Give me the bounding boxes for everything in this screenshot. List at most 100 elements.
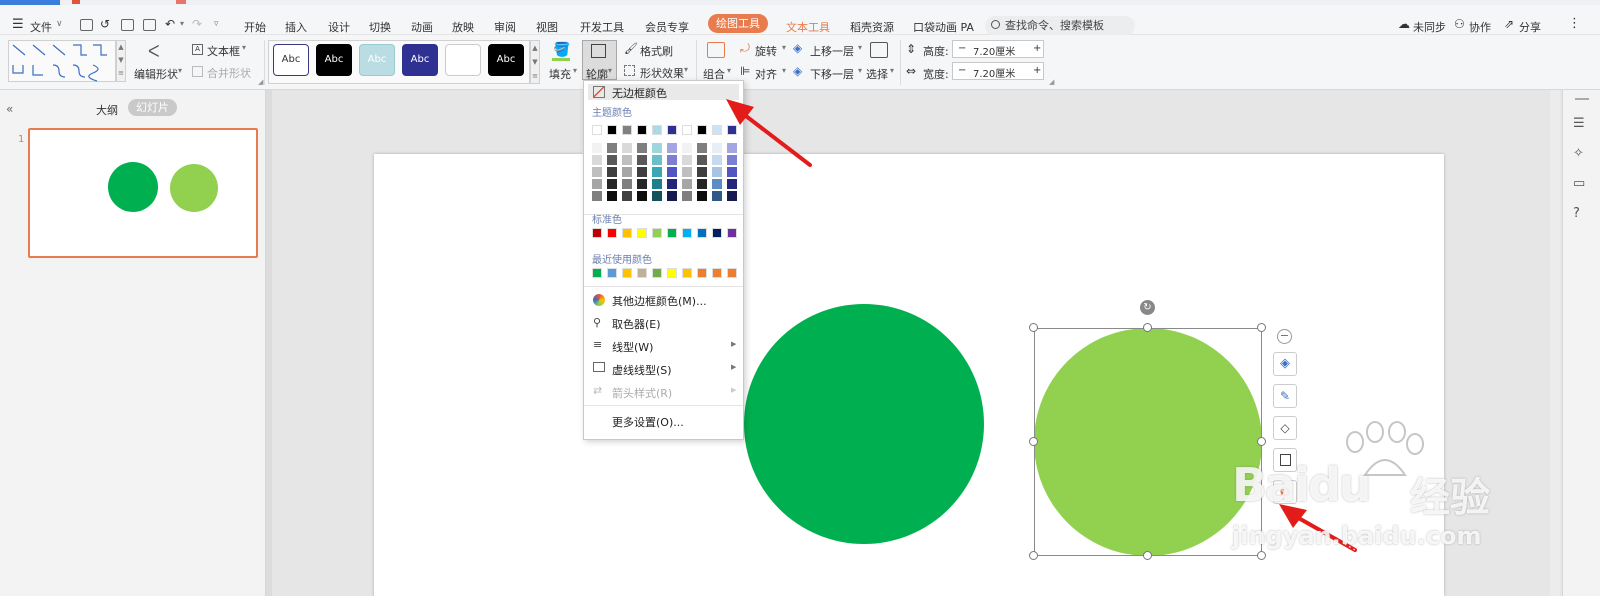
theme-shade-swatch[interactable]	[607, 155, 617, 165]
recent-color-swatch[interactable]	[607, 268, 617, 278]
share-button[interactable]: 分享	[1519, 19, 1541, 35]
standard-color-swatch[interactable]	[637, 228, 647, 238]
gallery-scroll[interactable]: ▲ ▼ ≡	[116, 40, 126, 82]
tab-developer[interactable]: 开发工具	[580, 19, 624, 35]
theme-shade-swatch[interactable]	[622, 155, 632, 165]
recent-color-swatch[interactable]	[637, 268, 647, 278]
rotate-button[interactable]: 旋转	[755, 43, 777, 59]
tab-animation[interactable]: 动画	[411, 19, 433, 35]
standard-color-swatch[interactable]	[622, 228, 632, 238]
recent-color-swatch[interactable]	[727, 268, 737, 278]
theme-shade-swatch[interactable]	[607, 143, 617, 153]
customize-chevron-icon[interactable]: ▿	[214, 19, 219, 29]
theme-shade-swatch[interactable]	[667, 155, 677, 165]
dash-type-item[interactable]: 虚线线型(S)	[612, 362, 672, 378]
fill-bucket-float-icon[interactable]: ◇	[1273, 416, 1297, 440]
sync-status[interactable]: 未同步	[1413, 19, 1446, 35]
theme-shade-swatch[interactable]	[622, 191, 632, 201]
layers-icon[interactable]: ◈	[1273, 352, 1297, 376]
theme-shade-swatch[interactable]	[667, 167, 677, 177]
search-input[interactable]: 查找命令、搜索模板	[985, 16, 1135, 36]
resize-handle-w[interactable]	[1029, 437, 1038, 446]
merge-shape-button[interactable]: 合并形状	[207, 65, 251, 81]
theme-shade-swatch[interactable]	[697, 191, 707, 201]
theme-shade-swatch[interactable]	[637, 179, 647, 189]
theme-shade-swatch[interactable]	[592, 191, 602, 201]
theme-shade-swatch[interactable]	[682, 167, 692, 177]
resize-handle-e[interactable]	[1257, 437, 1266, 446]
resize-handle-ne[interactable]	[1257, 323, 1266, 332]
tab-insert[interactable]: 插入	[285, 19, 307, 35]
theme-shade-swatch[interactable]	[637, 155, 647, 165]
tab-view[interactable]: 视图	[536, 19, 558, 35]
height-input[interactable]: − 7.20厘米 +	[952, 40, 1044, 58]
textbox-chevron-icon[interactable]: ▾	[242, 43, 246, 52]
resize-handle-nw[interactable]	[1029, 323, 1038, 332]
recent-color-swatch[interactable]	[622, 268, 632, 278]
panel-splitter[interactable]	[266, 90, 272, 596]
tab-drawing-tools[interactable]: 绘图工具	[708, 14, 768, 33]
tab-text-tools[interactable]: 文本工具	[786, 19, 830, 35]
dialog-launcher-icon[interactable]: ◢	[258, 78, 263, 86]
theme-shade-swatch[interactable]	[652, 191, 662, 201]
recent-color-swatch[interactable]	[652, 268, 662, 278]
no-border-color[interactable]: 无边框颜色	[612, 85, 667, 101]
theme-shade-swatch[interactable]	[592, 167, 602, 177]
style-black-2[interactable]: Abc	[488, 44, 524, 76]
theme-color-swatch[interactable]	[667, 125, 677, 135]
standard-color-swatch[interactable]	[682, 228, 692, 238]
slide-thumbnail[interactable]	[28, 128, 258, 258]
theme-shade-swatch[interactable]	[607, 179, 617, 189]
more-border-colors[interactable]: 其他边框颜色(M)...	[612, 293, 707, 309]
theme-shade-swatch[interactable]	[652, 167, 662, 177]
theme-shade-swatch[interactable]	[667, 179, 677, 189]
fill-chevron-icon[interactable]: ▾	[573, 66, 577, 75]
rotate-handle-icon[interactable]: ↻	[1140, 300, 1155, 315]
theme-shade-swatch[interactable]	[652, 179, 662, 189]
help-icon[interactable]: ?	[1573, 206, 1580, 221]
width-input[interactable]: − 7.20厘米 +	[952, 62, 1044, 80]
standard-color-swatch[interactable]	[652, 228, 662, 238]
theme-color-swatch[interactable]	[637, 125, 647, 135]
theme-shade-swatch[interactable]	[697, 143, 707, 153]
width-increment[interactable]: +	[1033, 65, 1041, 76]
size-dialog-launcher-icon[interactable]: ◢	[1049, 78, 1054, 86]
recent-color-swatch[interactable]	[592, 268, 602, 278]
tab-member[interactable]: 会员专享	[645, 19, 689, 35]
style-blank[interactable]	[445, 44, 481, 76]
recent-color-swatch[interactable]	[697, 268, 707, 278]
outline-tab[interactable]: 大纲	[96, 102, 118, 118]
recent-color-swatch[interactable]	[712, 268, 722, 278]
textbox-button[interactable]: 文本框	[207, 43, 240, 59]
theme-color-swatch[interactable]	[652, 125, 662, 135]
theme-shade-swatch[interactable]	[697, 179, 707, 189]
style-light-blue[interactable]: Abc	[359, 44, 395, 76]
theme-shade-swatch[interactable]	[682, 179, 692, 189]
edit-shape-button[interactable]: 编辑形状	[134, 66, 178, 82]
pen-icon[interactable]: ✎	[1273, 384, 1297, 408]
theme-shade-swatch[interactable]	[622, 179, 632, 189]
theme-shade-swatch[interactable]	[727, 179, 737, 189]
rotate-chevron-icon[interactable]: ▾	[782, 43, 786, 52]
resize-handle-n[interactable]	[1143, 323, 1152, 332]
tab-slideshow[interactable]: 放映	[452, 19, 474, 35]
more-options-icon[interactable]: ⋮	[1568, 16, 1581, 31]
theme-shade-swatch[interactable]	[697, 155, 707, 165]
vertical-scrollbar[interactable]	[1550, 90, 1560, 596]
properties-icon[interactable]: ☰	[1573, 116, 1585, 131]
tab-pocket-animation[interactable]: 口袋动画 PA	[913, 19, 974, 35]
theme-shade-swatch[interactable]	[712, 179, 722, 189]
theme-shade-swatch[interactable]	[682, 143, 692, 153]
theme-color-swatch[interactable]	[682, 125, 692, 135]
print-preview-icon[interactable]	[143, 19, 156, 31]
edit-shape-icon[interactable]: ᐸ	[148, 42, 160, 61]
standard-color-swatch[interactable]	[697, 228, 707, 238]
tab-design[interactable]: 设计	[328, 19, 350, 35]
resize-handle-sw[interactable]	[1029, 551, 1038, 560]
magic-icon[interactable]: ✧	[1573, 146, 1584, 161]
align-chevron-icon[interactable]: ▾	[782, 66, 786, 75]
theme-shade-swatch[interactable]	[682, 191, 692, 201]
theme-color-swatch[interactable]	[697, 125, 707, 135]
theme-shade-swatch[interactable]	[592, 155, 602, 165]
theme-shade-swatch[interactable]	[592, 143, 602, 153]
